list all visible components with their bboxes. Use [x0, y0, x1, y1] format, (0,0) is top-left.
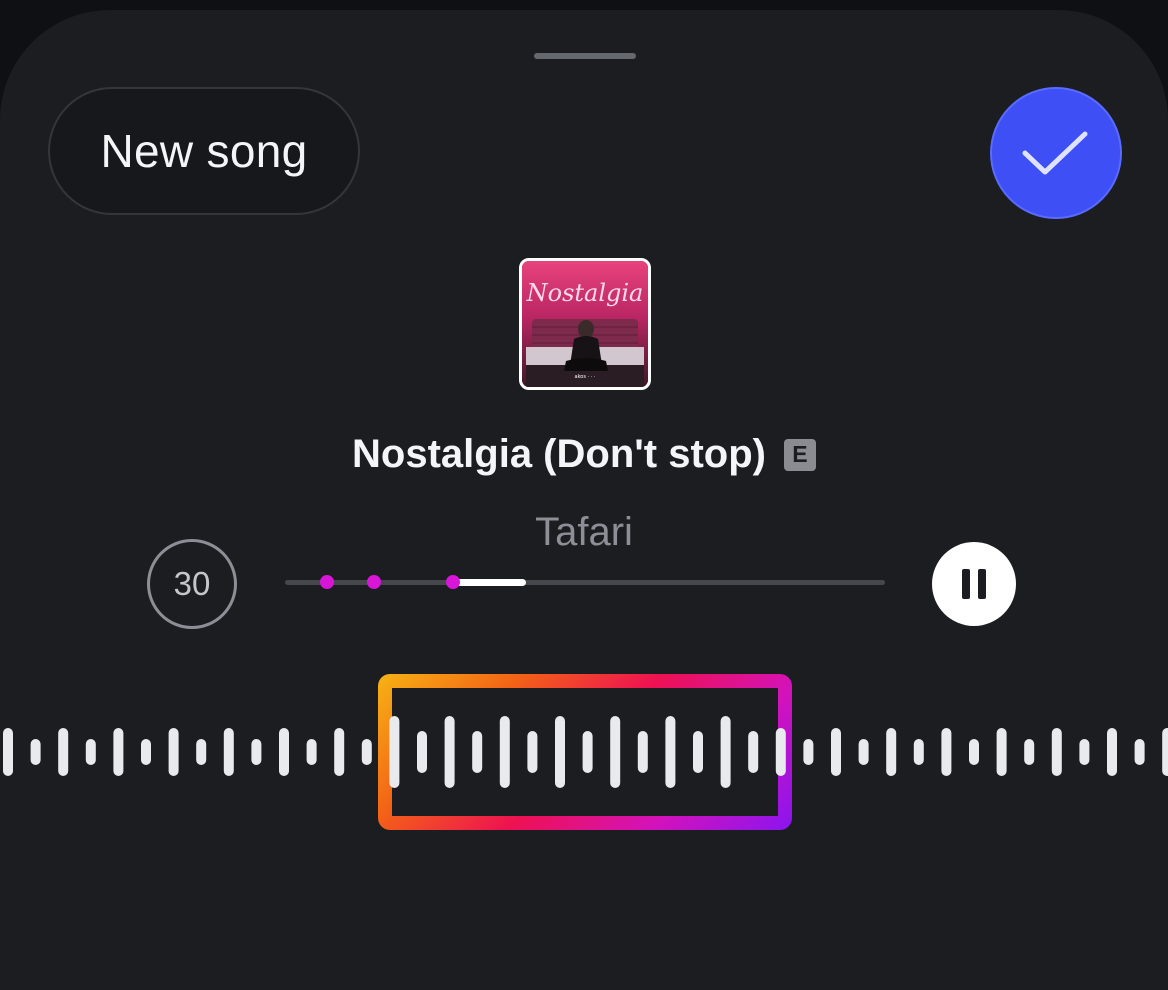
waveform-bar: [831, 728, 841, 776]
waveform-bar: [223, 728, 234, 776]
waveform-bar: [969, 739, 979, 765]
waveform-bar: [720, 716, 731, 788]
waveform-bar: [748, 731, 759, 773]
waveform-bar: [665, 716, 676, 788]
waveform-bar: [858, 739, 869, 765]
waveform-bar: [1024, 739, 1035, 765]
waveform-bar: [637, 731, 648, 773]
waveform-bar: [527, 731, 538, 773]
waveform-bar: [582, 731, 593, 773]
waveform-bar: [306, 739, 317, 765]
waveform-bar: [499, 716, 510, 788]
waveform-bar: [113, 728, 124, 776]
waveform-bar: [30, 739, 41, 765]
waveform-bar: [610, 716, 621, 788]
waveform-bar: [3, 728, 13, 776]
waveform-bar: [444, 716, 455, 788]
waveform-bar: [141, 739, 151, 765]
waveform-bar: [555, 716, 565, 788]
waveform-bar: [85, 739, 96, 765]
waveform-bar: [1079, 739, 1090, 765]
waveform-bar: [389, 716, 400, 788]
waveform-bar: [913, 739, 924, 765]
waveform-bar: [168, 728, 179, 776]
waveform-bar: [334, 728, 345, 776]
waveform-bar: [279, 728, 289, 776]
waveform-bar: [417, 731, 427, 773]
waveform-bar: [1162, 728, 1168, 776]
waveform-bar: [775, 728, 786, 776]
waveform-bar: [1134, 739, 1145, 765]
waveform-bar: [251, 739, 262, 765]
waveform-bar: [941, 728, 952, 776]
waveform-bar: [1051, 728, 1062, 776]
waveform-bar: [58, 728, 69, 776]
waveform-bar: [803, 739, 814, 765]
waveform-bar: [693, 731, 703, 773]
waveform-bar: [886, 728, 897, 776]
waveform-bar: [196, 739, 207, 765]
waveform-bar: [1107, 728, 1117, 776]
waveform-bar: [361, 739, 372, 765]
waveform-bar: [996, 728, 1007, 776]
waveform[interactable]: [0, 0, 1168, 962]
waveform-bar: [472, 731, 483, 773]
